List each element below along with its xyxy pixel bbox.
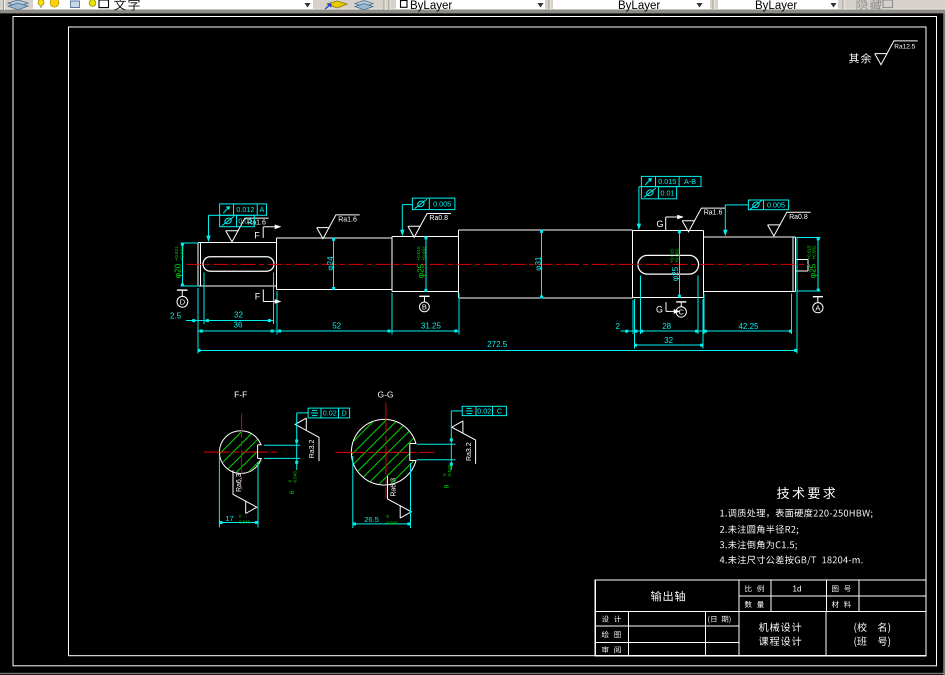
svg-text:F-F: F-F [234, 390, 247, 400]
svg-text:+0.015: +0.015 [806, 245, 811, 260]
svg-text:C: C [678, 308, 684, 317]
svg-text:φ25: φ25 [671, 266, 680, 281]
svg-text:52: 52 [332, 321, 341, 330]
svg-text:32: 32 [664, 336, 673, 345]
svg-text:+0.002: +0.002 [675, 248, 680, 263]
svg-text:-0.043: -0.043 [385, 521, 398, 526]
svg-text:1d: 1d [793, 584, 802, 593]
svg-text:28: 28 [662, 322, 671, 331]
svg-text:+0.015: +0.015 [669, 248, 674, 263]
svg-text:A-B: A-B [684, 177, 696, 186]
svg-text:B: B [422, 303, 427, 312]
svg-text:C: C [497, 407, 502, 416]
svg-text:36: 36 [234, 321, 243, 330]
svg-text:Ra0.8: Ra0.8 [789, 214, 808, 221]
svg-text:ByLayer: ByLayer [618, 0, 660, 12]
svg-text:-0.043: -0.043 [238, 520, 251, 525]
svg-text:Ra3.2: Ra3.2 [466, 442, 473, 461]
svg-text:42.25: 42.25 [738, 322, 759, 331]
svg-text:+0.002: +0.002 [179, 246, 184, 261]
svg-text:ByLayer: ByLayer [410, 0, 452, 12]
svg-text:φ20: φ20 [174, 263, 183, 278]
svg-text:26.5: 26.5 [364, 515, 379, 524]
svg-text:0.02: 0.02 [323, 409, 337, 418]
svg-text:A: A [259, 205, 264, 214]
svg-text:-0.043: -0.043 [447, 464, 452, 477]
svg-text:Ra0.8: Ra0.8 [429, 215, 448, 222]
svg-text:+0.002: +0.002 [812, 245, 817, 260]
svg-text:-0.043: -0.043 [292, 471, 297, 484]
svg-text:0.01: 0.01 [238, 217, 252, 226]
svg-text:17: 17 [225, 514, 233, 523]
svg-text:G: G [656, 219, 663, 229]
svg-text:31.25: 31.25 [421, 321, 442, 330]
svg-text:φ24: φ24 [326, 256, 335, 271]
svg-text:0.005: 0.005 [767, 200, 785, 209]
svg-text:G: G [656, 305, 663, 315]
svg-text:F: F [255, 291, 261, 301]
svg-text:φ25: φ25 [417, 263, 426, 278]
svg-text:A: A [815, 303, 820, 312]
svg-text:D: D [180, 298, 186, 307]
svg-text:6: 6 [289, 490, 296, 494]
svg-text:D: D [341, 409, 346, 418]
svg-text:φ25: φ25 [808, 263, 817, 278]
svg-text:0.02: 0.02 [477, 407, 491, 416]
svg-text:+0.002: +0.002 [421, 246, 426, 261]
svg-text:ByLayer: ByLayer [755, 0, 797, 12]
svg-text:0.012: 0.012 [236, 205, 254, 214]
svg-text:272.5: 272.5 [487, 340, 508, 349]
svg-text:2: 2 [615, 322, 620, 331]
svg-text:G-G: G-G [377, 390, 393, 400]
svg-text:Ra12.5: Ra12.5 [894, 43, 915, 50]
svg-text:2.5: 2.5 [170, 311, 182, 320]
svg-text:φ31: φ31 [534, 256, 543, 271]
svg-text:Ra1.6: Ra1.6 [704, 210, 723, 217]
svg-text:32: 32 [234, 311, 243, 320]
svg-text:0.015: 0.015 [658, 177, 676, 186]
svg-text:8: 8 [443, 484, 450, 488]
svg-text:0.005: 0.005 [433, 199, 451, 208]
svg-text:Ra3.2: Ra3.2 [309, 439, 316, 458]
svg-text:Ra1.6: Ra1.6 [338, 217, 357, 224]
svg-text:0.01: 0.01 [661, 188, 675, 197]
svg-text:F: F [254, 231, 260, 241]
